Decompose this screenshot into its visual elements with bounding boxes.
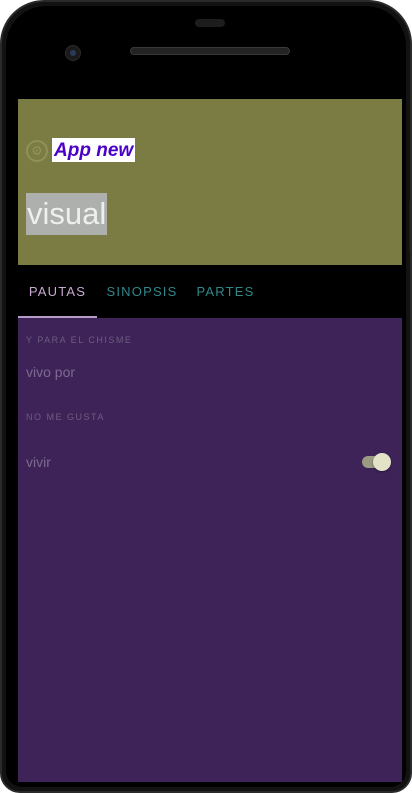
pref-item-vivo-por[interactable]: vivo por <box>26 364 75 380</box>
settings-circle-icon: ⚙ <box>26 140 48 162</box>
phone-frame: ⚙ App new visual PAUTAS SINOPSIS PARTES … <box>0 0 412 793</box>
tab-partes[interactable]: PARTES <box>187 265 264 318</box>
section-header-chisme: Y PARA EL CHISME <box>26 335 133 345</box>
front-camera <box>65 45 81 61</box>
tab-bar: PAUTAS SINOPSIS PARTES <box>18 265 402 318</box>
pref-item-vivir[interactable]: vivir <box>26 454 51 470</box>
vivir-toggle-switch[interactable] <box>362 453 392 471</box>
earpiece-speaker <box>130 47 290 55</box>
phone-top-slot <box>195 19 225 27</box>
page-title: visual <box>26 193 108 235</box>
app-screen: ⚙ App new visual PAUTAS SINOPSIS PARTES … <box>18 99 402 782</box>
app-bar: ⚙ App new visual <box>18 99 402 265</box>
tab-pautas[interactable]: PAUTAS <box>18 265 97 318</box>
app-title: App new <box>52 138 136 162</box>
tab-sinopsis[interactable]: SINOPSIS <box>97 265 187 318</box>
switch-thumb <box>373 453 391 471</box>
preferences-list: Y PARA EL CHISME vivo por NO ME GUSTA vi… <box>18 318 402 782</box>
section-header-no-me-gusta: NO ME GUSTA <box>26 412 105 422</box>
